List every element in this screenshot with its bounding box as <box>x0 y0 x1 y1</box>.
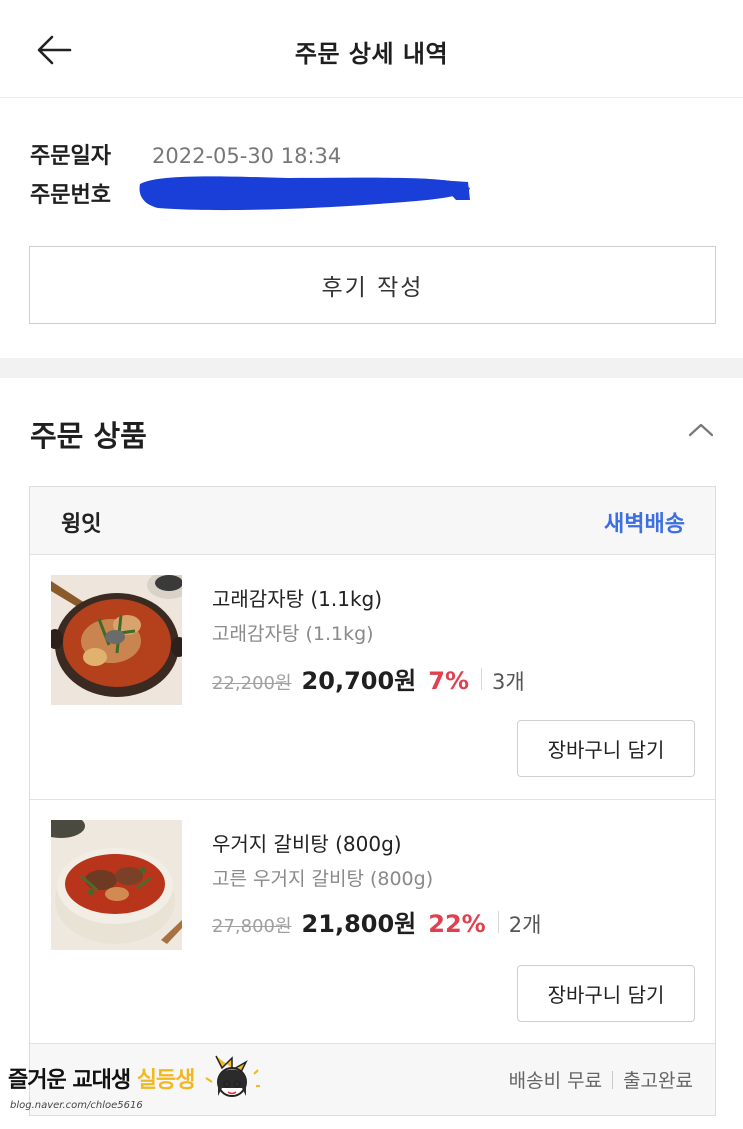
item-option: 고른 우거지 갈비탕 (800g) <box>212 868 434 890</box>
price-row: 27,800원 21,800원 22% 2개 <box>212 904 541 939</box>
price-separator <box>481 667 482 690</box>
order-date-value: 2022-05-30 18:34 <box>152 144 342 168</box>
collapse-button[interactable] <box>686 418 716 442</box>
release-status-text: 출고완료 <box>623 1070 693 1092</box>
item-name[interactable]: 고래감자탕 (1.1kg) <box>212 583 382 612</box>
add-to-cart-button[interactable]: 장바구니 담기 <box>517 965 695 1022</box>
price-row: 22,200원 20,700원 7% 3개 <box>212 661 525 696</box>
order-item: 고래감자탕 (1.1kg) 고래감자탕 (1.1kg) 22,200원 20,7… <box>30 555 715 799</box>
gamjatang-photo[interactable] <box>51 575 182 705</box>
watermark-url: blog.naver.com/chloe5616 <box>10 1100 143 1111</box>
order-products-box: 윙잇 새벽배송 고래감자탕 (1.1kg) 고래감자탕 (1.1kg) 22,2… <box>29 486 716 1116</box>
watermark-text-accent: 실등생 <box>136 1068 196 1093</box>
original-price: 22,200원 <box>212 673 292 694</box>
delivery-type-badge: 새벽배송 <box>604 512 685 537</box>
shipping-fee-text: 배송비 무료 <box>508 1070 603 1092</box>
blog-watermark: 즐거운 교대생 실등생 blog.naver.com/chloe5616 <box>4 1050 264 1122</box>
order-item: 우거지 갈비탕 (800g) 고른 우거지 갈비탕 (800g) 27,800원… <box>30 800 715 1043</box>
order-detail-page: 주문 상세 내역 주문일자 2022-05-30 18:34 주문번호 후기 작성… <box>0 0 743 1129</box>
status-separator <box>612 1070 614 1089</box>
item-option: 고래감자탕 (1.1kg) <box>212 623 374 645</box>
add-to-cart-button[interactable]: 장바구니 담기 <box>517 720 695 777</box>
sale-price: 20,700원 <box>301 667 417 695</box>
price-separator <box>497 910 499 933</box>
character-icon <box>205 1055 260 1097</box>
discount-rate: 22% <box>428 910 486 938</box>
discount-rate: 7% <box>428 667 469 695</box>
seller-name: 윙잇 <box>61 512 102 537</box>
quantity: 2개 <box>508 913 542 937</box>
order-date-row: 주문일자 2022-05-30 18:34 <box>30 138 341 170</box>
section-divider <box>0 358 743 378</box>
watermark-text-main: 즐거운 교대생 <box>8 1068 137 1093</box>
shipping-status: 배송비 무료 출고완료 <box>509 1066 693 1093</box>
original-price: 27,800원 <box>212 916 292 937</box>
seller-bar: 윙잇 새벽배송 <box>30 487 715 555</box>
page-title: 주문 상세 내역 <box>294 40 449 68</box>
order-number-label: 주문번호 <box>30 183 111 208</box>
galbitang-photo[interactable] <box>51 820 182 950</box>
sale-price: 21,800원 <box>301 910 417 938</box>
item-name[interactable]: 우거지 갈비탕 (800g) <box>212 828 402 857</box>
order-date-label: 주문일자 <box>30 144 111 169</box>
chevron-up-icon[interactable] <box>686 418 716 442</box>
watermark-text: 즐거운 교대생 실등생 <box>8 1062 195 1094</box>
order-number-redaction <box>139 176 471 211</box>
header: 주문 상세 내역 <box>0 0 743 98</box>
order-number-row: 주문번호 <box>30 177 152 209</box>
section-title: 주문 상품 <box>30 419 147 453</box>
write-review-button[interactable]: 후기 작성 <box>29 246 716 324</box>
quantity: 3개 <box>492 670 525 694</box>
